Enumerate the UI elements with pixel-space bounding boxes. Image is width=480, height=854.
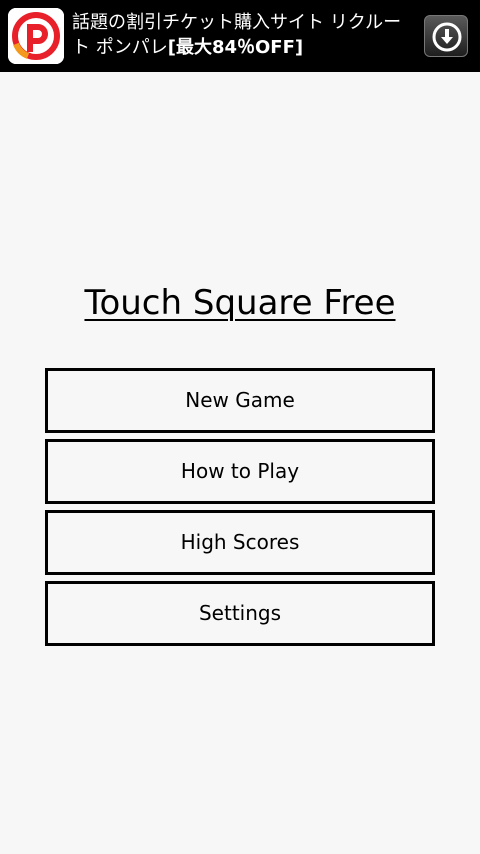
main-menu: New Game How to Play High Scores Setting… [45, 368, 435, 652]
ad-text[interactable]: 話題の割引チケット購入サイト リクルート ポンパレ[最大84％OFF] [72, 10, 412, 60]
new-game-button[interactable]: New Game [45, 368, 435, 433]
ad-text-discount: [最大84％OFF] [167, 37, 304, 58]
download-button[interactable] [424, 15, 468, 57]
ad-banner[interactable]: 話題の割引チケット購入サイト リクルート ポンパレ[最大84％OFF] [0, 0, 480, 72]
download-arrow-icon [432, 22, 462, 52]
settings-button[interactable]: Settings [45, 581, 435, 646]
high-scores-button[interactable]: High Scores [45, 510, 435, 575]
ponpare-logo-icon[interactable] [8, 8, 64, 64]
how-to-play-button[interactable]: How to Play [45, 439, 435, 504]
page-title: Touch Square Free [0, 283, 480, 323]
page-title-text: Touch Square Free [84, 283, 396, 323]
